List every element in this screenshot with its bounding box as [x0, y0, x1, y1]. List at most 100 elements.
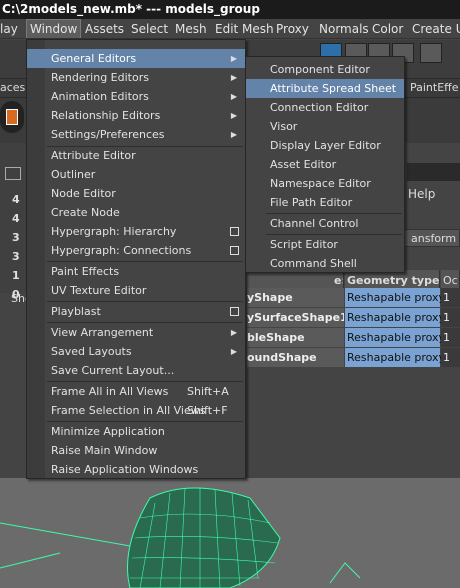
menu-item-uv-texture-editor[interactable]: UV Texture Editor: [27, 281, 245, 300]
row-name: yShape: [247, 288, 344, 307]
menu-item-raise-main-window[interactable]: Raise Main Window: [27, 441, 245, 460]
menu-item-file-path-editor[interactable]: File Path Editor: [246, 193, 404, 212]
toolbar-icon[interactable]: [420, 43, 442, 63]
submenu-arrow-icon: ▶: [230, 130, 237, 139]
eye-icon[interactable]: [5, 167, 21, 180]
table-row[interactable]: ySurfaceShape1 Reshapable proxy 1: [247, 308, 460, 327]
menu-proxy[interactable]: Proxy: [276, 19, 309, 38]
menu-item-rendering-editors[interactable]: Rendering Editors ▶: [27, 68, 245, 87]
tab-transform[interactable]: ansform: [402, 229, 460, 247]
menu-item-create-node[interactable]: Create Node: [27, 203, 245, 222]
menu-item-minimize-application[interactable]: Minimize Application: [27, 422, 245, 441]
menu-mesh[interactable]: Mesh: [175, 19, 207, 38]
menu-item-label: Hypergraph: Connections: [51, 244, 192, 257]
option-box-icon[interactable]: [230, 246, 239, 255]
menu-item-label: Settings/Preferences: [51, 128, 165, 141]
menu-edit-mesh[interactable]: Edit Mesh: [215, 19, 274, 38]
menu-item-label: Create Node: [51, 206, 120, 219]
shortcut-label: Shift+F: [187, 404, 228, 417]
row-geometry-type[interactable]: Reshapable proxy: [345, 288, 445, 307]
menu-item-label: File Path Editor: [270, 196, 353, 209]
channel-value: 0: [12, 288, 20, 301]
menu-item-command-shell[interactable]: Command Shell: [246, 254, 404, 273]
menu-color[interactable]: Color: [372, 19, 403, 38]
row-geometry-type[interactable]: Reshapable proxy: [345, 348, 445, 367]
row-value[interactable]: 1: [441, 288, 460, 307]
menu-item-component-editor[interactable]: Component Editor: [246, 60, 404, 79]
menu-item-attribute-editor[interactable]: Attribute Editor: [27, 146, 245, 165]
row-name: ySurfaceShape1: [247, 308, 344, 327]
menu-item-display-layer-editor[interactable]: Display Layer Editor: [246, 136, 404, 155]
menu-assets[interactable]: Assets: [85, 19, 124, 38]
menu-item-label: Attribute Spread Sheet: [270, 82, 397, 95]
menu-item-label: Command Shell: [270, 257, 357, 270]
menu-item-animation-editors[interactable]: Animation Editors ▶: [27, 87, 245, 106]
row-value[interactable]: 1: [441, 328, 460, 347]
tab-painteffects[interactable]: PaintEffe: [410, 79, 459, 97]
menu-item-frame-selection[interactable]: Frame Selection in All Views Shift+F: [27, 401, 245, 420]
menu-item-label: Asset Editor: [270, 158, 337, 171]
menu-item-label: Save Current Layout...: [51, 364, 175, 377]
menu-item-frame-all[interactable]: Frame All in All Views Shift+A: [27, 382, 245, 401]
shelf-tool-icon[interactable]: [0, 101, 24, 133]
tab-surfaces[interactable]: aces: [0, 79, 25, 97]
row-value[interactable]: 1: [441, 348, 460, 367]
row-geometry-type[interactable]: Reshapable proxy: [345, 328, 445, 347]
window-title: C:\2models_new.mb* --- models_group: [0, 0, 460, 19]
menu-item-paint-effects[interactable]: Paint Effects: [27, 262, 245, 281]
option-box-icon[interactable]: [230, 227, 239, 236]
option-box-icon[interactable]: [230, 307, 239, 316]
menu-item-script-editor[interactable]: Script Editor: [246, 235, 404, 254]
submenu-arrow-icon: ▶: [230, 54, 237, 63]
menu-item-label: Script Editor: [270, 238, 338, 251]
submenu-arrow-icon: ▶: [230, 73, 237, 82]
menu-item-general-editors[interactable]: General Editors ▶: [27, 49, 245, 68]
row-value[interactable]: 1: [441, 308, 460, 327]
menu-item-label: Channel Control: [270, 217, 359, 230]
menu-item-label: Paint Effects: [51, 265, 120, 278]
menu-item-raise-application-windows[interactable]: Raise Application Windows: [27, 460, 245, 479]
menu-item-label: Frame Selection in All Views: [51, 404, 206, 417]
table-row[interactable]: yShape Reshapable proxy 1: [247, 288, 460, 307]
channel-value: 3: [12, 231, 20, 244]
menu-item-outliner[interactable]: Outliner: [27, 165, 245, 184]
row-name: oundShape: [247, 348, 344, 367]
menu-item-label: Animation Editors: [51, 90, 149, 103]
menu-item-label: General Editors: [51, 52, 137, 65]
menu-item-label: Outliner: [51, 168, 96, 181]
menu-item-channel-control[interactable]: Channel Control: [246, 214, 404, 233]
menu-item-saved-layouts[interactable]: Saved Layouts ▶: [27, 342, 245, 361]
menu-item-hypergraph-hierarchy[interactable]: Hypergraph: Hierarchy: [27, 222, 245, 241]
table-row[interactable]: oundShape Reshapable proxy 1: [247, 348, 460, 367]
menu-create-uv[interactable]: Create UV: [412, 19, 460, 38]
menu-item-label: Connection Editor: [270, 101, 369, 114]
menu-item-save-current-layout[interactable]: Save Current Layout...: [27, 361, 245, 380]
menu-window[interactable]: Window: [26, 19, 82, 38]
menu-item-label: Visor: [270, 120, 298, 133]
menu-item-hypergraph-connections[interactable]: Hypergraph: Connections: [27, 241, 245, 260]
menu-display[interactable]: lay: [0, 19, 18, 38]
menu-item-node-editor[interactable]: Node Editor: [27, 184, 245, 203]
table-row[interactable]: bleShape Reshapable proxy 1: [247, 328, 460, 347]
menu-normals[interactable]: Normals: [319, 19, 369, 38]
channel-value: 3: [12, 250, 20, 263]
3d-viewport[interactable]: [0, 478, 460, 588]
menu-item-label: Hypergraph: Hierarchy: [51, 225, 177, 238]
menu-item-namespace-editor[interactable]: Namespace Editor: [246, 174, 404, 193]
menu-select[interactable]: Select: [131, 19, 168, 38]
menu-item-view-arrangement[interactable]: View Arrangement ▶: [27, 323, 245, 342]
menu-item-relationship-editors[interactable]: Relationship Editors ▶: [27, 106, 245, 125]
menu-item-label: Attribute Editor: [51, 149, 136, 162]
menu-item-connection-editor[interactable]: Connection Editor: [246, 98, 404, 117]
menu-item-asset-editor[interactable]: Asset Editor: [246, 155, 404, 174]
menu-item-label: Node Editor: [51, 187, 116, 200]
menu-item-visor[interactable]: Visor: [246, 117, 404, 136]
menu-item-label: Saved Layouts: [51, 345, 132, 358]
menu-item-settings-preferences[interactable]: Settings/Preferences ▶: [27, 125, 245, 144]
menu-item-playblast[interactable]: Playblast: [27, 302, 245, 321]
row-geometry-type[interactable]: Reshapable proxy: [345, 308, 445, 327]
submenu-arrow-icon: ▶: [230, 328, 237, 337]
menu-help[interactable]: Help: [402, 183, 460, 205]
menu-item-label: Relationship Editors: [51, 109, 161, 122]
menu-item-attribute-spread-sheet[interactable]: Attribute Spread Sheet: [246, 79, 404, 98]
